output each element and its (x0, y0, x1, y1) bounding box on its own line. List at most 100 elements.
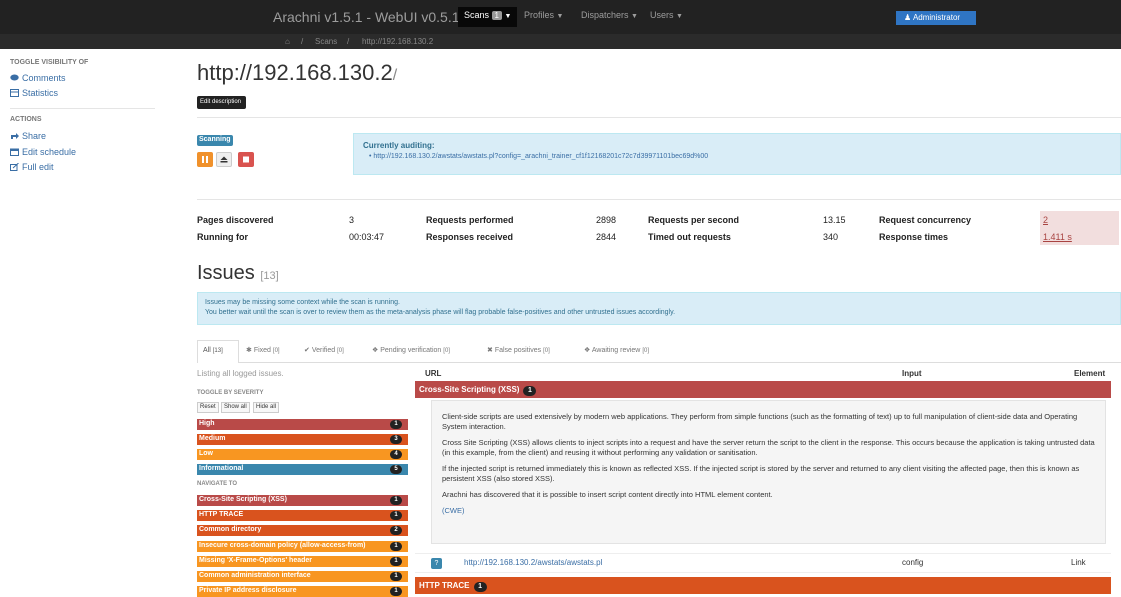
stat-value: 3 (349, 215, 355, 225)
scan-running-warning: Issues may be missing some context while… (197, 292, 1121, 325)
count-badge: 3 (390, 435, 402, 444)
nav-issue-cross-domain-policy[interactable]: Insecure cross-domain policy (allow-acce… (197, 541, 408, 552)
severity-medium[interactable]: Medium 3 (197, 434, 408, 445)
user-menu-button[interactable]: ♟ Administrator (896, 11, 976, 25)
severity-high[interactable]: High 1 (197, 419, 408, 430)
stat-label: Requests per second (648, 215, 740, 225)
calendar-icon (10, 148, 19, 156)
column-header-element: Element (1074, 369, 1106, 378)
response-times-link[interactable]: 1.411 s (1043, 232, 1072, 242)
comments-icon (10, 74, 19, 82)
listing-text: Listing all logged issues. (197, 369, 284, 378)
tab-false-positives[interactable]: ✖ False positives [0] (487, 346, 550, 354)
issue-input: config (902, 558, 924, 567)
count-badge: 1 (473, 582, 487, 592)
table-icon (10, 89, 19, 97)
tab-fixed[interactable]: ✱ Fixed [0] (246, 346, 280, 354)
nav-issue-xss[interactable]: Cross-Site Scripting (XSS) 1 (197, 495, 408, 506)
sidebar-edit-schedule[interactable]: Edit schedule (10, 147, 76, 157)
breadcrumb-current[interactable]: http://192.168.130.2 (362, 37, 433, 46)
stat-value: 340 (823, 232, 839, 242)
sidebar-share[interactable]: Share (10, 131, 46, 141)
show-all-button[interactable]: Show all (221, 402, 250, 413)
nav-issue-admin-interface[interactable]: Common administration interface 1 (197, 571, 408, 582)
sidebar-statistics[interactable]: Statistics (10, 88, 58, 98)
issue-url-link[interactable]: http://192.168.130.2/awstats/awstats.pl (464, 558, 602, 567)
tab-pending-verification[interactable]: ❖ Pending verification [0] (372, 346, 450, 354)
breadcrumb: ⌂ / Scans / http://192.168.130.2 (0, 34, 1121, 49)
nav-profiles[interactable]: Profiles ▼ (524, 10, 563, 20)
stat-value: 00:03:47 (349, 232, 385, 242)
stop-icon (243, 156, 249, 163)
info-circle-icon: ❖ (584, 347, 591, 354)
severity-informational[interactable]: Informational 5 (197, 464, 408, 475)
nav-dispatchers[interactable]: Dispatchers ▼ (581, 10, 638, 20)
auditing-url[interactable]: • http://192.168.130.2/awstats/awstats.p… (369, 153, 708, 160)
issue-element: Link (1071, 558, 1086, 567)
count-badge: 4 (390, 450, 402, 459)
chevron-down-icon: ▼ (504, 13, 512, 20)
home-icon[interactable]: ⌂ (285, 37, 290, 46)
edit-description-button[interactable]: Edit description (197, 96, 246, 109)
pause-button[interactable] (197, 152, 213, 167)
hide-all-button[interactable]: Hide all (253, 402, 280, 413)
sidebar-full-edit[interactable]: Full edit (10, 162, 54, 172)
nav-issue-private-ip[interactable]: Private IP address disclosure 1 (197, 586, 408, 597)
sidebar-comments[interactable]: Comments (10, 73, 66, 83)
nav-issue-http-trace[interactable]: HTTP TRACE 1 (197, 510, 408, 521)
tab-awaiting-review[interactable]: ❖ Awaiting review [0] (584, 346, 649, 354)
user-icon: ♟ (904, 13, 912, 22)
count-badge: 5 (390, 465, 402, 474)
count-badge: 1 (390, 420, 402, 429)
page-title: http://192.168.130.2/ (197, 60, 398, 85)
divider (197, 199, 1121, 200)
reset-button[interactable]: Reset (197, 402, 219, 413)
issue-group-http-trace[interactable]: HTTP TRACE 1 (415, 577, 1111, 594)
stat-label: Response times (879, 232, 949, 242)
actions-heading: ACTIONS (10, 116, 42, 123)
nav-users[interactable]: Users ▼ (650, 10, 683, 20)
severity-low[interactable]: Low 4 (197, 449, 408, 460)
status-badge: Scanning (197, 135, 233, 146)
issue-group-xss[interactable]: Cross-Site Scripting (XSS) 1 (415, 381, 1111, 398)
count-badge: 1 (390, 557, 402, 566)
stat-label: Timed out requests (648, 232, 731, 242)
count-badge: 2 (390, 526, 402, 535)
column-header-input: Input (902, 369, 922, 378)
tab-all[interactable]: All [13] (197, 340, 239, 363)
question-icon[interactable]: ? (431, 558, 442, 569)
top-navbar: Arachni v1.5.1 - WebUI v0.5.12 Scans 1 ▼… (0, 0, 1121, 34)
nav-issue-x-frame-options[interactable]: Missing 'X-Frame-Options' header 1 (197, 556, 408, 567)
tabs-divider (197, 362, 1121, 363)
count-badge: 1 (390, 511, 402, 520)
brand-title[interactable]: Arachni v1.5.1 - WebUI v0.5.12 (273, 9, 467, 25)
request-concurrency-link[interactable]: 2 (1043, 215, 1048, 225)
sidebar-divider (10, 108, 155, 109)
stat-label: Request concurrency (879, 215, 972, 225)
stat-value: 2844 (596, 232, 617, 242)
count-badge: 1 (390, 572, 402, 581)
count-badge: 1 (523, 386, 537, 396)
check-icon: ✔ (304, 347, 310, 354)
nav-issue-common-directory[interactable]: Common directory 2 (197, 525, 408, 536)
chevron-down-icon: ▼ (556, 13, 564, 20)
scans-count-badge: 1 (491, 11, 502, 20)
asterisk-icon: ✱ (246, 347, 252, 354)
nav-scans[interactable]: Scans 1 ▼ (458, 7, 518, 27)
stat-label: Requests performed (426, 215, 514, 225)
close-icon: ✖ (487, 347, 493, 354)
pause-icon (202, 156, 208, 163)
cwe-link[interactable]: (CWE) (442, 506, 465, 515)
tab-verified[interactable]: ✔ Verified [0] (304, 346, 344, 354)
row-divider (415, 572, 1111, 573)
count-badge: 1 (390, 587, 402, 596)
abort-button[interactable] (238, 152, 254, 167)
breadcrumb-scans[interactable]: Scans (315, 37, 337, 46)
row-divider (415, 553, 1111, 554)
divider (197, 117, 1121, 118)
suspend-button[interactable] (216, 152, 232, 167)
count-badge: 1 (390, 496, 402, 505)
issues-heading: Issues [13] (197, 262, 279, 284)
stat-label: Running for (197, 232, 248, 242)
stat-value: 2898 (596, 215, 617, 225)
